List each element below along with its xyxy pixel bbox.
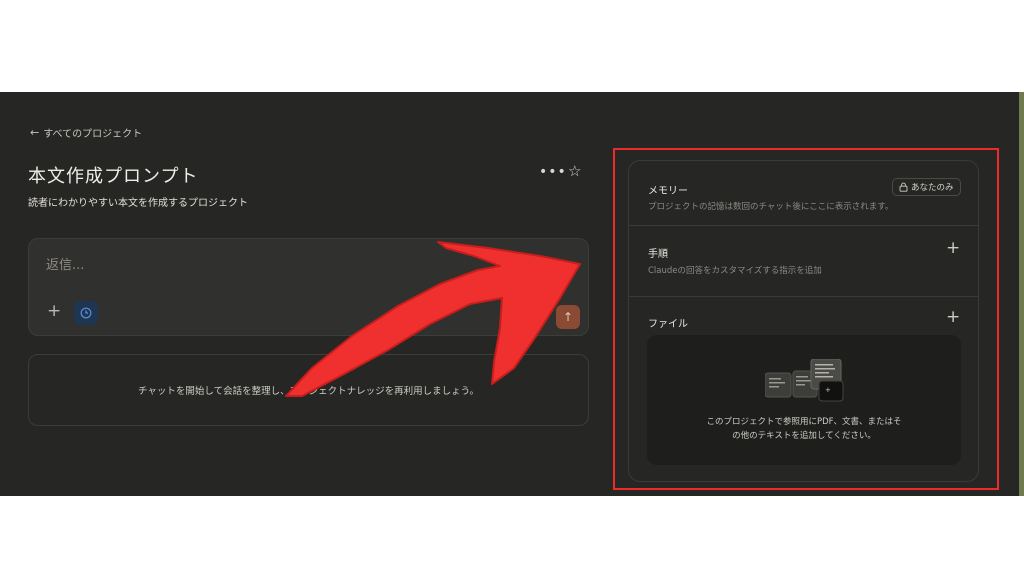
lock-icon (899, 182, 908, 192)
memory-description: プロジェクトの記憶は数回のチャット後にここに表示されます。 (648, 202, 894, 212)
empty-chat-state: チャットを開始して会話を整理し、プロジェクトナレッジを再利用しましょう。 (28, 354, 589, 426)
memory-title: メモリー (648, 186, 688, 197)
svg-text:+: + (825, 386, 831, 394)
page-title: 本文作成プロンプト (28, 166, 199, 187)
project-page: ← すべてのプロジェクト 本文作成プロンプト 読者にわかりやすい本文を作成するプ… (0, 92, 1019, 496)
chat-composer: + ↑ (28, 238, 589, 336)
empty-chat-text: チャットを開始して会話を整理し、プロジェクトナレッジを再利用しましょう。 (137, 386, 480, 397)
file-dropzone[interactable]: + このプロジェクトで参照用にPDF、文書、またはそ の他のテキストを追加してく… (647, 335, 961, 465)
project-description: 読者にわかりやすい本文を作成するプロジェクト (28, 198, 248, 209)
window-edge (1019, 92, 1024, 496)
add-file-icon[interactable]: + (946, 307, 960, 327)
arrow-left-icon: ← (30, 126, 40, 139)
more-options-icon[interactable]: ••• (539, 164, 567, 180)
files-empty-line-2: の他のテキストを追加してください。 (732, 431, 876, 441)
back-to-projects-link[interactable]: ← すべてのプロジェクト (30, 125, 142, 140)
add-instructions-icon[interactable]: + (946, 238, 960, 258)
instructions-section: 手順 Claudeの回答をカスタマイズする指示を追加 + (629, 226, 978, 296)
instructions-description: Claudeの回答をカスタマイズする指示を追加 (648, 266, 822, 276)
reply-input[interactable] (44, 257, 568, 274)
memory-section: メモリー プロジェクトの記憶は数回のチャット後にここに表示されます。 あなたのみ (629, 161, 978, 225)
visibility-badge[interactable]: あなたのみ (892, 178, 961, 196)
documents-icon: + (765, 359, 844, 402)
files-empty-line-1: このプロジェクトで参照用にPDF、文書、またはそ (706, 417, 902, 427)
instructions-title: 手順 (648, 249, 668, 260)
send-button[interactable]: ↑ (556, 305, 580, 329)
add-attachment-icon[interactable]: + (47, 301, 61, 321)
star-icon[interactable]: ☆ (568, 162, 581, 180)
back-link-label: すべてのプロジェクト (43, 129, 143, 140)
clock-icon[interactable] (74, 301, 98, 325)
files-empty-text: このプロジェクトで参照用にPDF、文書、またはそ の他のテキストを追加してくださ… (647, 415, 961, 443)
badge-label: あなたのみ (911, 183, 954, 193)
project-side-panel: メモリー プロジェクトの記憶は数回のチャット後にここに表示されます。 あなたのみ… (628, 160, 979, 482)
files-title: ファイル (648, 319, 688, 330)
